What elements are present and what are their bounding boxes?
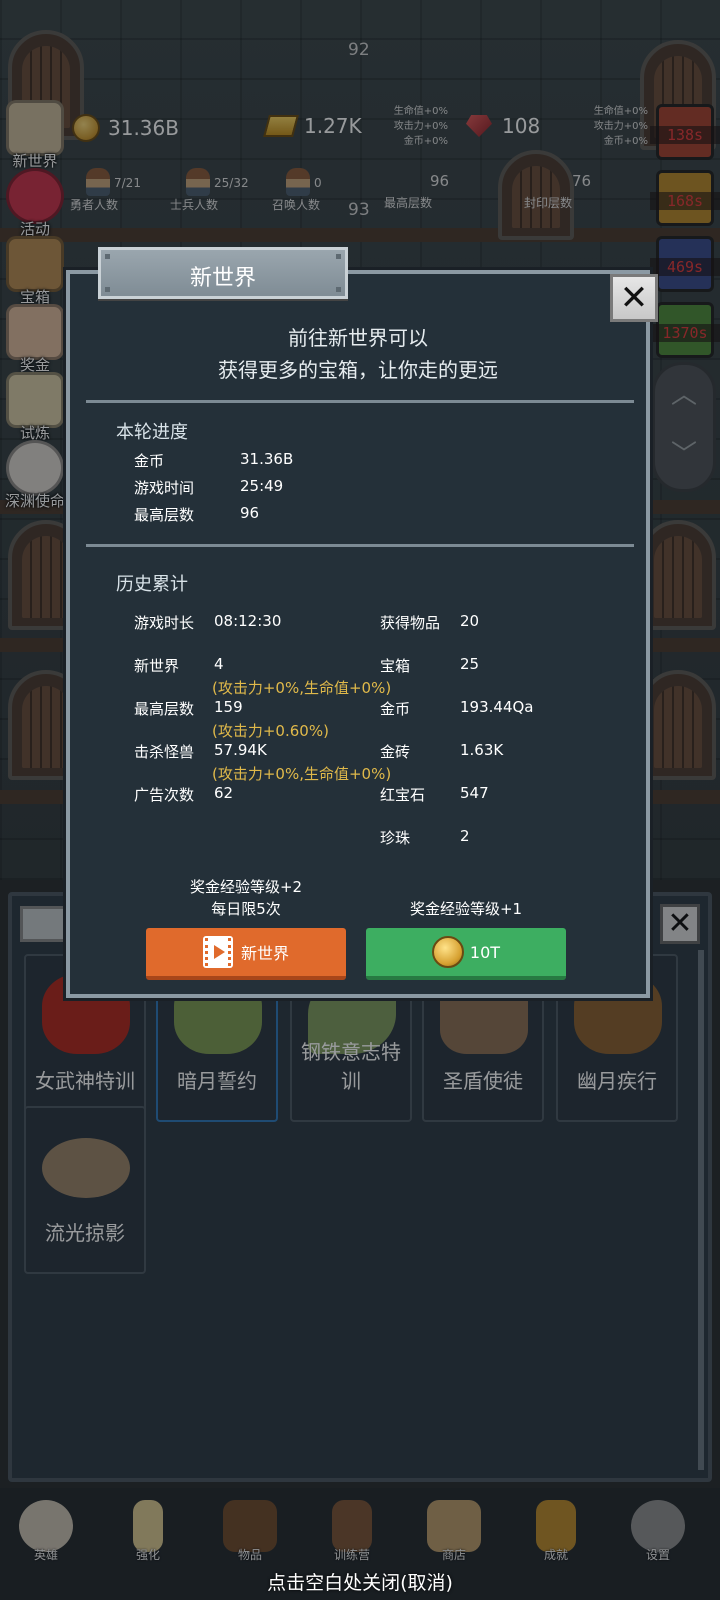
stat-label: 珍珠 (380, 829, 411, 847)
stat-value: 1.63K (460, 741, 504, 759)
dialog-title-plate: 新世界 (98, 247, 348, 299)
stat-label: 游戏时长 (134, 614, 195, 632)
section-title-history: 历史累计 (116, 574, 188, 595)
stat-label: 金砖 (380, 743, 411, 761)
stat-label: 最高层数 (134, 700, 195, 718)
new-world-ad-button[interactable]: 新世界 (146, 928, 346, 980)
dialog-intro-line: 获得更多的宝箱，让你走的更远 (218, 358, 498, 382)
stat-label: 新世界 (134, 657, 180, 675)
dialog-title: 新世界 (189, 266, 256, 291)
stat-value: 08:12:30 (214, 612, 282, 630)
new-world-ad-button-label: 新世界 (240, 944, 289, 963)
stat-label: 获得物品 (380, 614, 441, 632)
stat-value: 2 (460, 827, 470, 845)
stat-label: 红宝石 (380, 786, 426, 804)
dialog-intro-line: 前往新世界可以 (288, 326, 428, 350)
new-world-coin-button-label: 10T (469, 942, 501, 962)
stat-value: 31.36B (240, 450, 294, 468)
stat-value: 547 (460, 784, 489, 802)
stat-label: 击杀怪兽 (134, 743, 195, 761)
video-ad-icon (202, 936, 233, 968)
stat-value: 62 (214, 784, 234, 802)
stat-label: 宝箱 (380, 657, 411, 675)
stat-value: 25 (460, 655, 480, 673)
stat-bonus: (攻击力+0%,生命值+0%) (212, 765, 392, 783)
new-world-coin-button[interactable]: 10T (366, 928, 566, 980)
stat-value: 4 (214, 655, 224, 673)
stat-value: 159 (214, 698, 243, 716)
section-title-current: 本轮进度 (116, 422, 188, 443)
divider (86, 544, 634, 547)
stat-label: 广告次数 (134, 786, 195, 804)
ad-button-caption: 奖金经验等级+2 每日限5次 (189, 878, 303, 918)
stat-label: 游戏时间 (134, 479, 195, 497)
coin-button-caption: 奖金经验等级+1 (409, 900, 523, 918)
stat-label: 最高层数 (134, 506, 195, 524)
close-hint: 点击空白处关闭(取消) (267, 1572, 453, 1594)
stat-value: 25:49 (240, 477, 284, 495)
dialog-close-button[interactable]: ✕ (610, 274, 658, 322)
stat-value: 20 (460, 612, 480, 630)
coin-icon (431, 936, 464, 968)
stat-value: 96 (240, 504, 260, 522)
stat-label: 金币 (380, 700, 411, 718)
divider (86, 400, 634, 403)
stat-label: 金币 (134, 452, 165, 470)
stat-bonus: (攻击力+0.60%) (212, 722, 329, 740)
stat-value: 57.94K (214, 741, 267, 759)
stat-value: 193.44Qa (460, 698, 534, 716)
stat-bonus: (攻击力+0%,生命值+0%) (212, 679, 392, 697)
